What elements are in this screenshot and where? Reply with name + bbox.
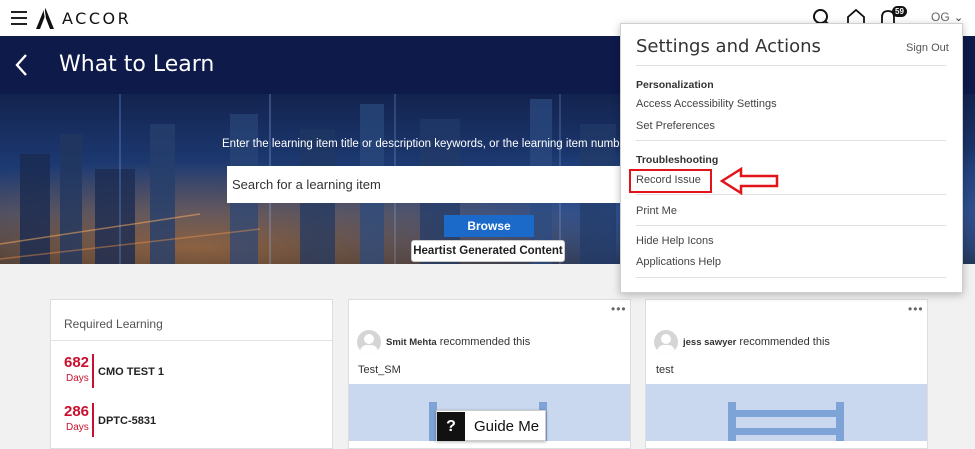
- status-bar: [92, 354, 94, 388]
- search-hint: Enter the learning item title or descrip…: [222, 138, 643, 150]
- highlight-box: [629, 169, 712, 193]
- notification-badge: 59: [892, 6, 907, 17]
- back-icon[interactable]: [14, 53, 30, 77]
- divider: [636, 140, 946, 141]
- learning-item-title[interactable]: test: [656, 364, 674, 376]
- section-troubleshooting: Troubleshooting: [636, 154, 719, 166]
- hide-help-icons-link[interactable]: Hide Help Icons: [636, 235, 714, 247]
- required-learning-item[interactable]: 286 Days DPTC-5831: [60, 403, 260, 449]
- days-label: Days: [66, 422, 89, 433]
- accor-logo-icon[interactable]: [34, 6, 56, 30]
- status-bar: [92, 403, 94, 437]
- set-preferences-link[interactable]: Set Preferences: [636, 120, 715, 132]
- days-count: 286: [64, 403, 90, 420]
- page-title: What to Learn: [59, 52, 215, 77]
- panel-title: Settings and Actions: [636, 36, 821, 57]
- learning-thumbnail[interactable]: [646, 384, 927, 441]
- menu-icon[interactable]: [11, 11, 27, 25]
- recommender-name: jess sawyer: [683, 337, 737, 348]
- search-placeholder[interactable]: Search for a learning item: [232, 177, 381, 192]
- print-me-link[interactable]: Print Me: [636, 205, 677, 217]
- more-options-icon[interactable]: •••: [611, 302, 627, 316]
- divider: [636, 225, 946, 226]
- divider: [51, 340, 332, 341]
- annotation-arrow-icon: [719, 166, 779, 196]
- recommended-label: recommended this: [439, 336, 531, 348]
- required-learning-title: Required Learning: [64, 317, 163, 331]
- more-options-icon[interactable]: •••: [908, 302, 924, 316]
- sign-out-link[interactable]: Sign Out: [906, 42, 949, 54]
- learning-item-name[interactable]: DPTC-5831: [98, 415, 156, 427]
- divider: [636, 65, 946, 66]
- recommendation-text: jess sawyer recommended this: [683, 336, 830, 348]
- divider: [636, 194, 946, 195]
- applications-help-link[interactable]: Applications Help: [636, 256, 721, 268]
- days-label: Days: [66, 373, 89, 384]
- browse-catalog-button[interactable]: Browse Catalog: [444, 215, 534, 255]
- divider: [636, 277, 946, 278]
- avatar: [654, 330, 678, 354]
- guide-me-label[interactable]: Guide Me: [474, 418, 539, 435]
- recommender-name: Smit Mehta: [386, 337, 437, 348]
- help-icon[interactable]: ?: [437, 412, 465, 441]
- access-accessibility-settings-link[interactable]: Access Accessibility Settings: [636, 98, 777, 110]
- avatar: [357, 330, 381, 354]
- recommendation-text: Smit Mehta recommended this: [386, 336, 530, 348]
- learning-item-name[interactable]: CMO TEST 1: [98, 366, 164, 378]
- section-personalization: Personalization: [636, 79, 714, 91]
- recommended-label: recommended this: [739, 336, 830, 348]
- learning-item-title[interactable]: Test_SM: [358, 364, 401, 376]
- user-initials[interactable]: OG: [931, 10, 950, 24]
- days-count: 682: [64, 354, 90, 371]
- required-learning-item[interactable]: 682 Days CMO TEST 1: [60, 354, 260, 400]
- heartist-content-button[interactable]: Heartist Generated Content: [411, 240, 565, 262]
- brand-name[interactable]: ACCOR: [62, 9, 131, 28]
